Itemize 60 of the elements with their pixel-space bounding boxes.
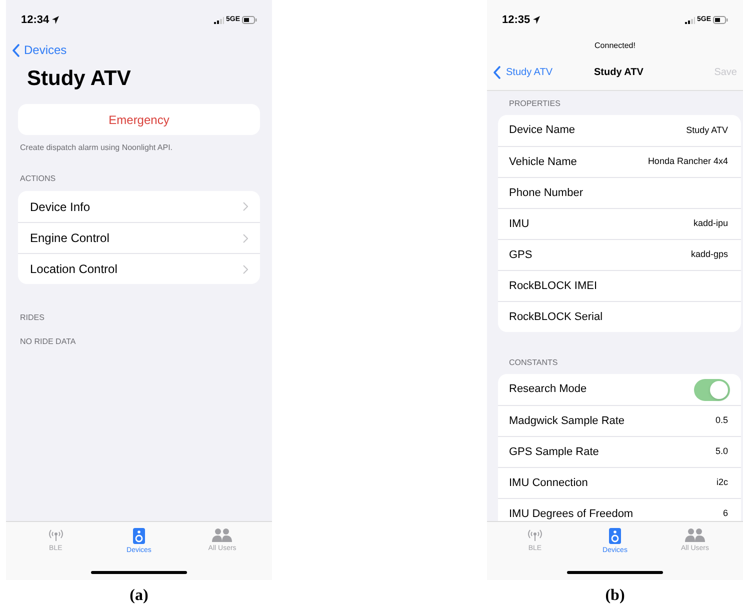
field-value[interactable]: 5.0 bbox=[715, 445, 728, 459]
battery-icon bbox=[242, 16, 257, 24]
location-arrow-icon bbox=[52, 16, 60, 24]
field-value[interactable]: Honda Rancher 4x4 bbox=[648, 155, 728, 169]
people-icon bbox=[685, 528, 705, 542]
toggle-switch[interactable] bbox=[694, 378, 730, 400]
field-value[interactable]: i2c bbox=[716, 476, 728, 490]
chevron-icon bbox=[243, 264, 248, 274]
back-icon bbox=[493, 66, 501, 78]
field-value[interactable]: 0.5 bbox=[715, 414, 728, 428]
speaker-icon bbox=[132, 528, 145, 544]
signal-icon bbox=[214, 16, 224, 24]
speaker-icon bbox=[609, 528, 621, 544]
chevron-icon bbox=[243, 202, 248, 211]
people-icon bbox=[212, 528, 232, 542]
status-time: 12:35 bbox=[502, 12, 530, 28]
field-value[interactable]: kadd-gps bbox=[690, 248, 728, 262]
field-label: Madgwick Sample Rate bbox=[509, 414, 625, 429]
field-label: RockBLOCK Serial bbox=[509, 310, 603, 325]
footer-note: Create dispatch alarm using Noonlight API. bbox=[20, 142, 174, 154]
field-value[interactable]: kadd-ipu bbox=[693, 217, 728, 231]
field-value[interactable]: Study ATV bbox=[686, 124, 728, 138]
battery-icon bbox=[713, 16, 728, 24]
field-label: IMU Connection bbox=[509, 476, 588, 491]
row-label: Device Info bbox=[30, 198, 90, 216]
row-label: Location Control bbox=[30, 261, 118, 278]
figure-caption: (b) bbox=[605, 586, 625, 606]
signal-icon bbox=[684, 16, 695, 24]
back-button[interactable]: Study ATV bbox=[493, 64, 553, 80]
field-label: IMU bbox=[509, 216, 530, 232]
section-header: RIDES bbox=[20, 312, 46, 324]
empty-text: NO RIDE DATA bbox=[20, 336, 77, 348]
section-header: ACTIONS bbox=[20, 173, 57, 185]
list-row[interactable]: Location Control bbox=[18, 253, 260, 284]
connection-message: Connected! bbox=[594, 40, 636, 52]
emergency-button[interactable]: Emergency bbox=[18, 104, 260, 135]
field-label: IMU Degrees of Freedom bbox=[509, 506, 634, 521]
status-time: 12:34 bbox=[21, 12, 50, 28]
chevron-icon bbox=[243, 234, 248, 242]
nav-title: Study ATV bbox=[594, 66, 644, 80]
field-label: GPS Sample Rate bbox=[509, 444, 599, 460]
page-title: Study ATV bbox=[27, 66, 132, 92]
figure-caption: (a) bbox=[130, 586, 148, 606]
field-label: GPS bbox=[509, 248, 532, 263]
field-value[interactable]: 6 bbox=[722, 507, 728, 521]
field-label: Phone Number bbox=[509, 186, 583, 201]
antenna-icon bbox=[527, 528, 543, 542]
list-row[interactable]: Engine Control bbox=[18, 222, 260, 253]
list-row[interactable]: Device Info bbox=[18, 191, 260, 222]
field-label: Vehicle Name bbox=[509, 154, 577, 170]
field-label: RockBLOCK IMEI bbox=[509, 278, 598, 294]
back-icon bbox=[12, 44, 20, 56]
antenna-icon bbox=[48, 528, 64, 542]
field-label: Device Name bbox=[509, 123, 576, 138]
field-label: Research Mode bbox=[509, 382, 587, 398]
back-button[interactable]: Devices bbox=[12, 40, 67, 60]
row-label: Engine Control bbox=[30, 230, 110, 247]
location-arrow-icon bbox=[533, 16, 540, 24]
section-header: PROPERTIES bbox=[509, 98, 562, 110]
section-header: CONSTANTS bbox=[509, 357, 559, 369]
